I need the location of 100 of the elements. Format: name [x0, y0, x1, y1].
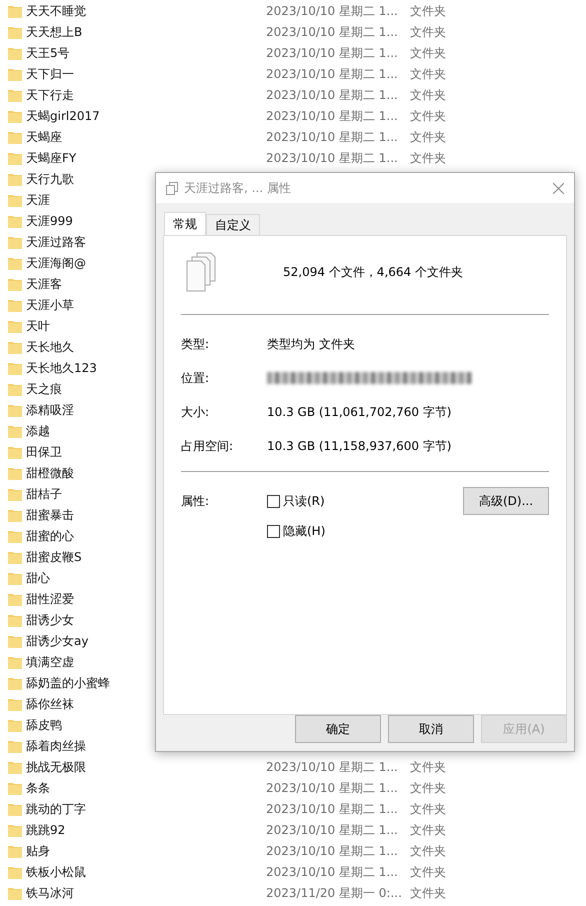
file-name[interactable]: 跳跳92: [26, 822, 266, 839]
folder-icon: [8, 68, 22, 81]
file-type: 文件夹: [410, 3, 447, 20]
property-label: 类型:: [181, 336, 210, 352]
modified-date: 2023/10/10 星期二 1...: [266, 45, 399, 62]
checkbox[interactable]: 隐藏(H): [267, 522, 463, 540]
file-name[interactable]: 铁板小松鼠: [26, 864, 266, 881]
advanced-button[interactable]: 高级(D)...: [463, 487, 549, 515]
folder-icon: [8, 887, 22, 900]
folder-icon: [8, 215, 22, 228]
folder-icon: [8, 782, 22, 795]
folder-icon: [8, 425, 22, 438]
folder-icon: [8, 719, 22, 732]
file-type: 文件夹: [410, 129, 447, 146]
file-name[interactable]: 天天想上B: [26, 24, 266, 41]
folder-icon: [8, 572, 22, 585]
folder-icon: [8, 131, 22, 144]
file-type: 文件夹: [410, 822, 447, 839]
folder-icon: [8, 173, 22, 186]
modified-date: 2023/10/10 星期二 1...: [266, 66, 399, 83]
folder-icon: [8, 740, 22, 753]
folder-icon: [8, 278, 22, 291]
dialog-button[interactable]: 确定: [295, 715, 381, 743]
file-name[interactable]: 天蝎座: [26, 129, 266, 146]
folder-icon: [8, 404, 22, 417]
property-value: 10.3 GB (11,158,937,600 字节): [267, 438, 452, 454]
modified-date: 2023/10/10 星期二 1...: [266, 801, 399, 818]
tab[interactable]: 自定义: [206, 214, 260, 235]
folder-icon: [8, 593, 22, 606]
file-name[interactable]: 天下归一: [26, 66, 266, 83]
folder-icon: [8, 89, 22, 102]
folder-icon: [8, 698, 22, 711]
folder-icon: [8, 677, 22, 690]
file-type: 文件夹: [410, 150, 447, 167]
modified-date: 2023/10/10 星期二 1...: [266, 822, 399, 839]
folder-icon: [8, 383, 22, 396]
folder-icon: [8, 551, 22, 564]
folder-icon: [8, 761, 22, 774]
folder-icon: [8, 614, 22, 627]
folder-icon: [8, 236, 22, 249]
folder-icon: [8, 866, 22, 879]
window-title: 天涯过路客, ... 属性: [184, 180, 292, 196]
folder-icon: [8, 299, 22, 312]
checkbox[interactable]: 只读(R): [267, 492, 463, 510]
file-name[interactable]: 跳动的丁字: [26, 801, 266, 818]
folder-icon: [8, 320, 22, 333]
file-type: 文件夹: [410, 780, 447, 797]
folder-icon: [8, 257, 22, 270]
modified-date: 2023/10/10 星期二 1...: [266, 24, 399, 41]
folder-icon: [8, 446, 22, 459]
file-type: 文件夹: [410, 45, 447, 62]
modified-date: 2023/10/10 星期二 1...: [266, 864, 399, 881]
close-icon[interactable]: [553, 182, 564, 194]
file-name[interactable]: 铁马冰河: [26, 885, 266, 902]
modified-date: 2023/10/10 星期二 1...: [266, 759, 399, 776]
file-name[interactable]: 天蝎座FY: [26, 150, 266, 167]
file-type: 文件夹: [410, 801, 447, 818]
file-type: 文件夹: [410, 108, 447, 125]
modified-date: 2023/10/10 星期二 1...: [266, 3, 399, 20]
folder-icon: [8, 803, 22, 816]
modified-date: 2023/10/10 星期二 1...: [266, 780, 399, 797]
folder-icon: [8, 635, 22, 648]
modified-date: 2023/10/10 星期二 1...: [266, 150, 399, 167]
modified-date: 2023/10/10 星期二 1...: [266, 843, 399, 860]
folder-icon: [8, 5, 22, 18]
folder-icon: [8, 26, 22, 39]
property-label: 大小:: [181, 404, 210, 420]
file-name[interactable]: 贴身: [26, 843, 266, 860]
modified-date: 2023/10/10 星期二 1...: [266, 108, 399, 125]
folder-icon: [8, 341, 22, 354]
folder-icon: [8, 467, 22, 480]
folder-icon: [8, 488, 22, 501]
file-name[interactable]: 天天不睡觉: [26, 3, 266, 20]
file-type: 文件夹: [410, 885, 447, 902]
folder-icon: [8, 509, 22, 522]
documents-icon: [166, 182, 178, 194]
modified-date: 2023/11/20 星期一 0:...: [266, 885, 403, 902]
modified-date: 2023/10/10 星期二 1...: [266, 129, 399, 146]
tab[interactable]: 常规: [164, 212, 206, 236]
file-type: 文件夹: [410, 759, 447, 776]
file-type: 文件夹: [410, 87, 447, 104]
folder-icon: [8, 110, 22, 123]
dialog-button[interactable]: 取消: [388, 715, 474, 743]
files-icon: [185, 252, 217, 292]
file-name[interactable]: 天王5号: [26, 45, 266, 62]
file-type: 文件夹: [410, 843, 447, 860]
file-type: 文件夹: [410, 66, 447, 83]
file-name[interactable]: 天下行走: [26, 87, 266, 104]
property-label: 占用空间:: [181, 438, 234, 454]
file-name[interactable]: 天蝎girl2017: [26, 108, 266, 125]
modified-date: 2023/10/10 星期二 1...: [266, 87, 399, 104]
item-count: 52,094 个文件，4,664 个文件夹: [283, 264, 463, 280]
file-type: 文件夹: [410, 864, 447, 881]
folder-icon: [8, 824, 22, 837]
property-value: 类型均为 文件夹: [267, 336, 356, 352]
file-name[interactable]: 挑战无极限: [26, 759, 266, 776]
folder-icon: [8, 845, 22, 858]
file-name[interactable]: 条条: [26, 780, 266, 797]
attributes-label: 属性:: [181, 492, 210, 510]
folder-icon: [8, 656, 22, 669]
